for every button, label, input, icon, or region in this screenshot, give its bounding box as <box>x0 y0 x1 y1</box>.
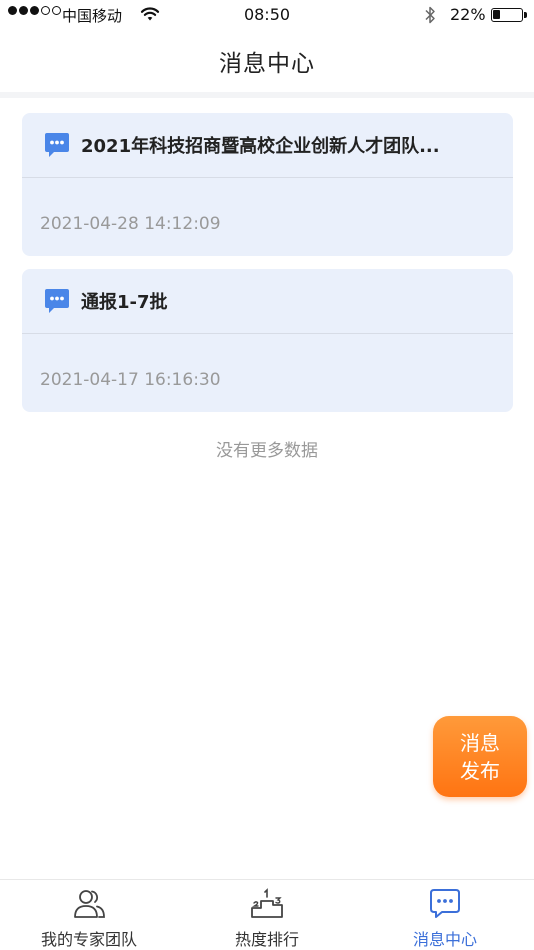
page-title: 消息中心 <box>219 51 315 77</box>
message-timestamp: 2021-04-17 16:16:30 <box>40 370 221 390</box>
publish-message-button[interactable]: 消息 发布 <box>433 716 527 797</box>
tab-expert-team[interactable]: 我的专家团队 <box>0 880 178 950</box>
message-card[interactable]: 2021年科技招商暨高校企业创新人才团队... 2021-04-28 14:12… <box>22 113 513 256</box>
publish-button-label-line2: 发布 <box>460 758 500 783</box>
battery-percentage: 22% <box>450 5 486 24</box>
message-card-header: 2021年科技招商暨高校企业创新人才团队... <box>22 113 513 178</box>
tab-label: 我的专家团队 <box>40 930 137 949</box>
message-bubble-icon <box>45 289 69 313</box>
ranking-icon <box>251 888 283 918</box>
nav-header: 消息中心 <box>0 30 534 92</box>
tab-label: 消息中心 <box>412 930 477 949</box>
message-title: 2021年科技招商暨高校企业创新人才团队... <box>81 136 440 157</box>
message-card-header: 通报1-7批 <box>22 269 513 334</box>
tab-message-center[interactable]: 消息中心 <box>356 880 534 950</box>
message-icon <box>430 889 460 918</box>
message-timestamp: 2021-04-28 14:12:09 <box>40 214 221 234</box>
message-card[interactable]: 通报1-7批 2021-04-17 16:16:30 <box>22 269 513 412</box>
tab-popularity-ranking[interactable]: 热度排行 <box>178 880 356 950</box>
team-icon <box>74 890 105 918</box>
no-more-data-text: 没有更多数据 <box>216 441 318 461</box>
bluetooth-icon <box>425 6 435 24</box>
status-bar: 中国移动 08:50 22% <box>0 0 534 30</box>
message-title: 通报1-7批 <box>81 292 168 313</box>
battery-icon <box>491 8 527 22</box>
tab-label: 热度排行 <box>234 930 299 949</box>
header-divider <box>0 92 534 98</box>
bottom-tab-bar: 我的专家团队 热度排行 消息中心 <box>0 879 534 950</box>
message-list: 2021年科技招商暨高校企业创新人才团队... 2021-04-28 14:12… <box>22 113 513 425</box>
message-bubble-icon <box>45 133 69 157</box>
publish-button-label-line1: 消息 <box>460 730 500 755</box>
